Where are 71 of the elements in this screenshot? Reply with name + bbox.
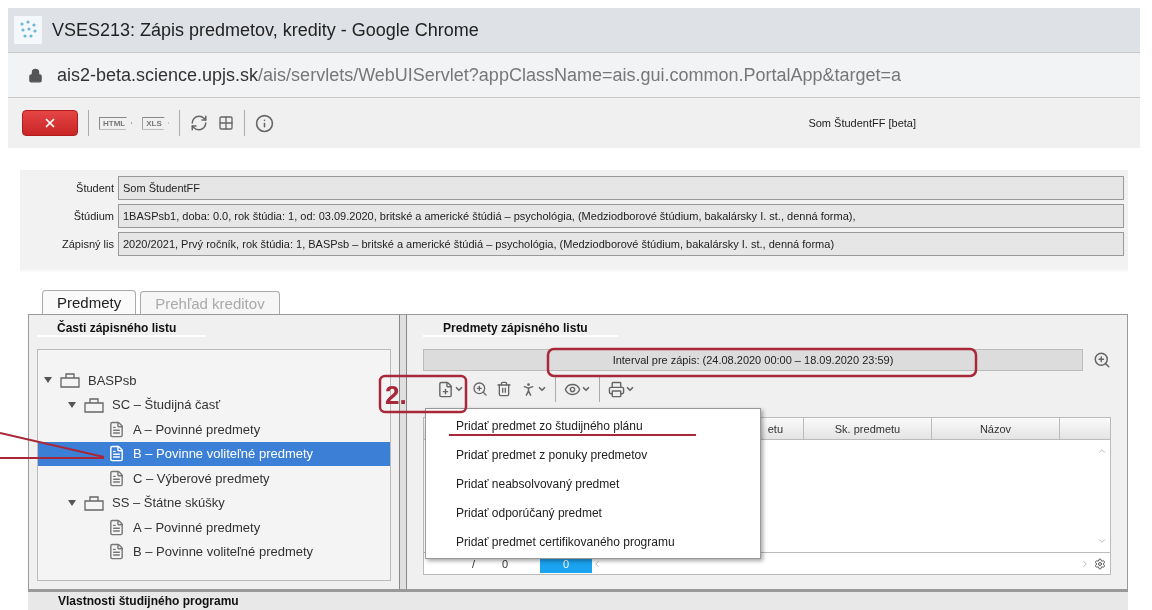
document-icon (108, 420, 125, 438)
step-label: 2. (385, 380, 407, 411)
field-label: Študent (75, 182, 114, 194)
app-logo-icon (14, 16, 42, 44)
interval-text: Interval pre zápis: (24.08.2020 00:00 – 18.09.2020 23:59) (423, 349, 1083, 371)
tree-label: SC – Študijná časť (112, 397, 221, 413)
tree-item[interactable]: SS – Štátne skúšky (38, 490, 390, 515)
document-icon (108, 543, 125, 561)
caret-icon (537, 384, 547, 394)
column-header[interactable]: Názov (932, 418, 1060, 439)
scroll-left-icon[interactable] (592, 558, 602, 569)
zoom-in-icon[interactable] (1093, 351, 1111, 369)
menu-item[interactable]: Pridať predmet z ponuky predmetov (426, 440, 760, 469)
caret-icon (454, 384, 464, 394)
menu-item[interactable]: Pridať odporúčaný predmet (426, 498, 760, 527)
lock-icon (28, 67, 43, 83)
tree-item[interactable]: A – Povinné predmety (38, 417, 390, 442)
expand-caret-icon[interactable] (68, 498, 76, 507)
field-label: Štúdium (72, 210, 114, 222)
field-label: Zápisný lis (61, 238, 114, 250)
readonly-field: 1BASPsb1, doba: 0.0, rok štúdia: 1, od: 03.09.2020, britské a americké štúdiá – psychológia, (Medziodborové štúdium, bakalársky I. st., denná forma), (118, 204, 1124, 228)
tree-label: B – Povinne voliteľné predmety (133, 446, 314, 462)
tree-label: A – Povinné predmety (133, 519, 261, 535)
tree-label: SS – Štátne skúšky (112, 495, 225, 511)
panel-title: Časti zápisného listu (37, 321, 207, 337)
expand-caret-icon[interactable] (68, 400, 76, 409)
window-title: VSES213: Zápis predmetov, kredity - Google Chrome (52, 19, 479, 41)
caret-icon (625, 384, 635, 394)
tree-label: BASPsb (88, 372, 137, 388)
user-name: Som ŠtudentFF [beta] (808, 117, 916, 129)
tree-item[interactable]: B – Povinne voliteľné predmety (38, 539, 390, 564)
export-button[interactable]: XLS (142, 116, 169, 130)
zoom-in-icon[interactable] (472, 381, 488, 397)
file-plus-icon (437, 380, 454, 398)
tree-label: B – Povinne voliteľné predmety (133, 544, 314, 560)
menu-item[interactable]: Pridať predmet zo študijného plánu (426, 411, 760, 440)
trash-icon[interactable] (496, 381, 512, 397)
folder-icon (60, 372, 80, 389)
grid-icon[interactable] (217, 115, 234, 131)
tree-label: A – Povinné predmety (133, 421, 261, 437)
folder-icon (84, 494, 104, 511)
readonly-field: Som ŠtudentFF (118, 176, 1124, 200)
tree-label: C – Výberové predmety (133, 470, 270, 486)
tab[interactable]: Predmety (42, 290, 137, 314)
export-button[interactable]: HTML (99, 116, 133, 130)
document-icon (108, 445, 125, 463)
panel-title: Predmety zápisného listu (423, 321, 618, 337)
print-dropdown-button[interactable] (608, 380, 635, 398)
tree-item[interactable]: B – Povinne voliteľné predmety (38, 441, 390, 466)
readonly-field: 2020/2021, Prvý ročník, rok štúdia: 1, BASPsb – britské a americké štúdiá – psychológia, (Medziodborové štúdium, bakalársky I. st., denná forma) (118, 232, 1124, 256)
close-button[interactable] (22, 110, 78, 136)
expand-caret-icon[interactable] (44, 376, 52, 385)
refresh-icon[interactable] (189, 114, 208, 132)
column-header[interactable]: Sk. predmetu (804, 418, 932, 439)
settings-icon[interactable] (1094, 557, 1106, 570)
info-icon[interactable] (254, 113, 274, 133)
document-icon (108, 469, 125, 487)
printer-icon (608, 380, 625, 398)
tree-item[interactable]: C – Výberové predmety (38, 466, 390, 491)
folder-icon (84, 396, 104, 413)
pager-total: 0 (502, 557, 510, 570)
menu-item[interactable]: Pridať predmet certifikovaného programu (426, 527, 760, 556)
tree-item[interactable]: A – Povinné predmety (38, 515, 390, 540)
pager-separator: / (472, 557, 477, 570)
menu-item[interactable]: Pridať neabsolvovaný predmet (426, 469, 760, 498)
caret-icon (581, 384, 591, 394)
document-icon (108, 518, 125, 536)
collapsed-panel-bar[interactable]: Vlastnosti študijného programu (28, 590, 1128, 610)
add-dropdown-button[interactable] (437, 380, 464, 398)
close-icon (43, 116, 57, 130)
panel-title: Vlastnosti študijného programu (58, 594, 239, 608)
